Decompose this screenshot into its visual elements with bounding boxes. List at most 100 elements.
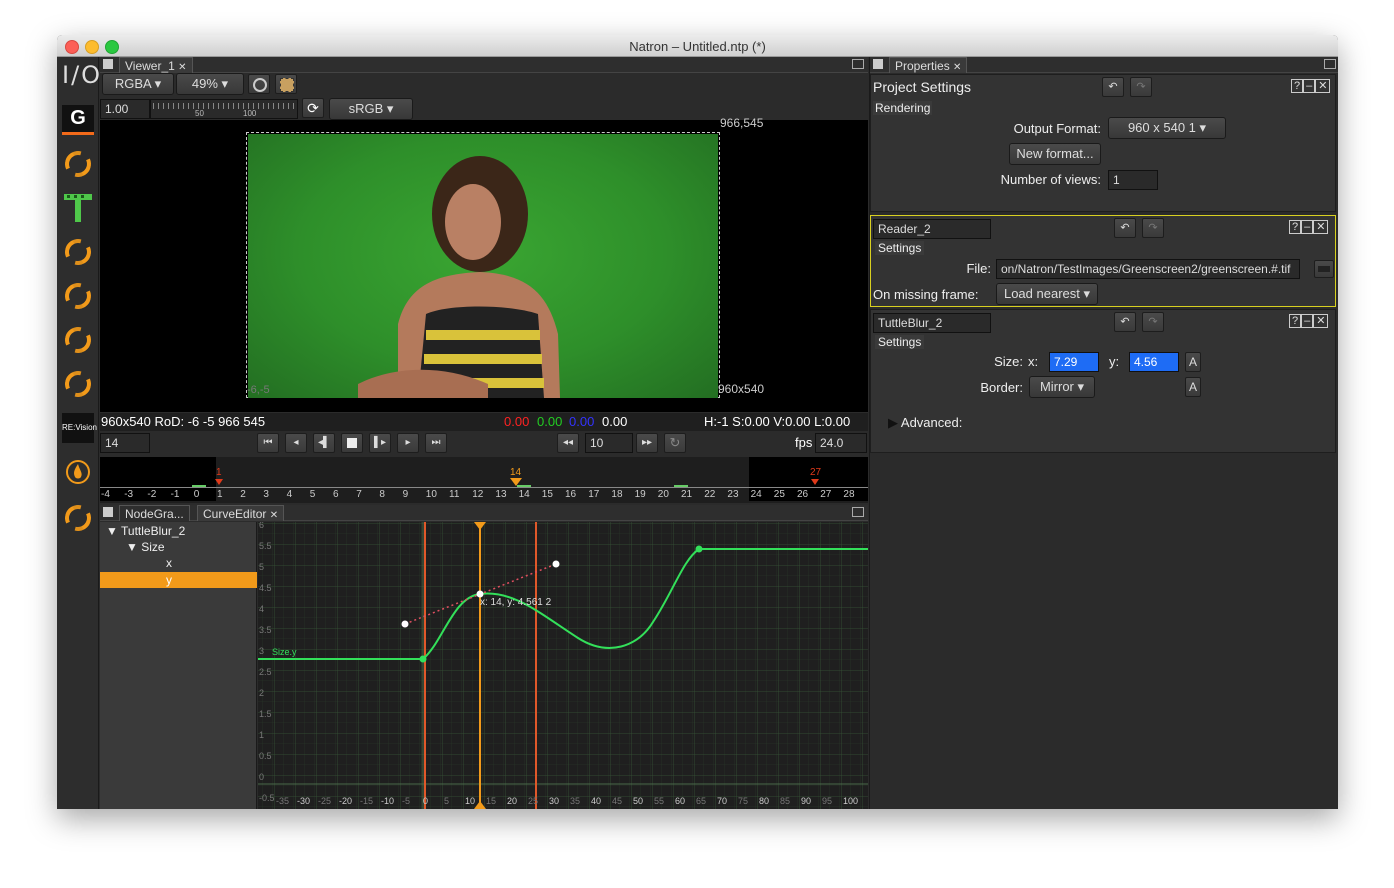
browse-file-button[interactable] <box>1314 260 1334 278</box>
timeline-tick-label: -1 <box>170 489 180 500</box>
properties-tab[interactable]: Properties ✕ <box>889 57 968 73</box>
play-backward-button[interactable]: ◂▌ <box>313 433 335 453</box>
hsvl-info: H:-1 S:0.00 V:0.00 L:0.00 <box>704 414 851 429</box>
pixel-b: 0.00 <box>569 414 595 429</box>
filter-tool-button[interactable] <box>60 322 96 358</box>
close-icon[interactable]: ✕ <box>270 510 278 521</box>
merge-tool-button[interactable] <box>60 278 96 314</box>
redo-button[interactable]: ↷ <box>1142 218 1164 238</box>
minimize-icon[interactable]: – <box>1301 220 1314 234</box>
curve-graph[interactable]: Size.y x: 14, y: 4.561 2 6 5.5 5 4.5 4 3.5 3 2.… <box>258 522 868 809</box>
timeline[interactable]: 1 14 27 -4 -3 -2 -1 0 1 2 3 4 5 6 7 8 9 10 11 12 13 14 15 16… <box>100 457 868 503</box>
blur-name-field[interactable]: TuttleBlur_2 <box>873 313 991 333</box>
channel-tool-button[interactable] <box>60 234 96 270</box>
left-toolbar: I/O G RE:Vision <box>57 57 100 809</box>
gain-field[interactable]: 1.00 <box>100 99 150 119</box>
border-animate-button[interactable]: A <box>1185 377 1201 397</box>
play-backward-icon: ◂▌ <box>317 437 331 448</box>
missing-frame-dropdown[interactable]: Load nearest ▾ <box>996 283 1098 305</box>
expand-icon[interactable]: ▼ <box>126 540 138 554</box>
reader-settings-tab[interactable]: Settings <box>875 241 925 255</box>
last-frame-button[interactable]: ⏭ <box>425 433 447 453</box>
float-pane-icon[interactable] <box>852 507 864 517</box>
colorspace-dropdown[interactable]: sRGB ▾ <box>329 98 413 120</box>
float-pane-icon[interactable] <box>1324 59 1336 69</box>
keyframe-tooltip: x: 14, y: 4.561 2 <box>480 597 552 608</box>
fire-tool-button[interactable] <box>62 457 94 487</box>
auto-contrast-button[interactable]: ⟳ <box>302 98 324 118</box>
fps-field[interactable]: 24.0 <box>815 433 867 453</box>
border-dropdown[interactable]: Mirror ▾ <box>1029 376 1095 398</box>
revision-tool-button[interactable]: RE:Vision <box>62 413 97 443</box>
expand-icon[interactable]: ▼ <box>106 524 118 538</box>
stop-button[interactable] <box>341 433 363 453</box>
close-panel-icon[interactable]: ✕ <box>1313 314 1329 328</box>
viewer-tab[interactable]: Viewer_1 ✕ <box>119 57 193 73</box>
size-animate-button[interactable]: A <box>1185 352 1201 372</box>
undo-button[interactable]: ↶ <box>1102 77 1124 97</box>
redo-button[interactable]: ↷ <box>1142 312 1164 332</box>
pane-menu-icon[interactable] <box>103 59 113 69</box>
size-y-field[interactable]: 4.56 <box>1129 352 1179 372</box>
undo-button[interactable]: ↶ <box>1114 218 1136 238</box>
generator-tool-button[interactable]: G <box>62 105 94 135</box>
end-marker[interactable] <box>811 479 819 485</box>
first-frame-button[interactable]: ⏮ <box>257 433 279 453</box>
float-pane-icon[interactable] <box>852 59 864 69</box>
close-icon[interactable]: ✕ <box>178 62 186 73</box>
close-panel-icon[interactable]: ✕ <box>1315 79 1331 93</box>
redo-icon: ↷ <box>1148 222 1158 234</box>
nodegraph-tab[interactable]: NodeGra... <box>119 505 190 521</box>
curveeditor-tab[interactable]: CurveEditor ✕ <box>197 505 285 521</box>
viewport[interactable]: 966,545 -6,-5 960x540 <box>100 116 868 412</box>
increment-field[interactable]: 10 <box>585 433 633 453</box>
help-icon[interactable]: ? <box>1289 314 1302 328</box>
misc-tool-button[interactable] <box>60 500 96 536</box>
new-format-button[interactable]: New format... <box>1009 143 1101 165</box>
reader-name-field[interactable]: Reader_2 <box>873 219 991 239</box>
output-format-dropdown[interactable]: 960 x 540 1 ▾ <box>1108 117 1226 139</box>
tree-node-size[interactable]: ▼ Size <box>126 540 165 554</box>
io-tool-button[interactable]: I/O <box>62 61 100 91</box>
previous-increment-button[interactable]: ◂◂ <box>557 433 579 453</box>
expand-arrow-icon[interactable]: ▶ <box>888 415 898 430</box>
clip-to-project-button[interactable] <box>248 74 270 94</box>
channels-dropdown[interactable]: RGBA ▾ <box>102 73 174 95</box>
start-marker[interactable] <box>215 479 223 485</box>
zoom-dropdown[interactable]: 49% ▾ <box>176 73 244 95</box>
next-frame-button[interactable]: ▸ <box>397 433 419 453</box>
tree-node-tuttleblur[interactable]: ▼ TuttleBlur_2 <box>106 524 185 538</box>
close-icon[interactable]: ✕ <box>953 62 961 73</box>
tree-node-x[interactable]: x <box>166 556 172 570</box>
advanced-group[interactable]: ▶ Advanced: <box>888 415 962 431</box>
color-tool-button[interactable] <box>60 146 96 182</box>
x-tick-label: -35 <box>276 796 290 806</box>
keyer-tool-button[interactable] <box>60 366 96 402</box>
blur-settings-tab[interactable]: Settings <box>875 335 925 349</box>
size-x-field[interactable]: 7.29 <box>1049 352 1099 372</box>
redo-button[interactable]: ↷ <box>1130 77 1152 97</box>
transform-tool-button[interactable] <box>62 192 94 222</box>
roi-button[interactable] <box>275 74 297 94</box>
undo-button[interactable]: ↶ <box>1114 312 1136 332</box>
number-of-views-field[interactable]: 1 <box>1108 170 1158 190</box>
pane-menu-icon[interactable] <box>873 59 883 69</box>
g-icon: G <box>70 107 86 129</box>
gain-slider[interactable]: 50 100 <box>150 99 298 119</box>
close-panel-icon[interactable]: ✕ <box>1313 220 1329 234</box>
next-increment-button[interactable]: ▸▸ <box>636 433 658 453</box>
current-frame-marker[interactable] <box>510 478 522 486</box>
minimize-icon[interactable]: – <box>1301 314 1314 328</box>
play-forward-button[interactable]: ▌▸ <box>369 433 391 453</box>
timeline-tick-label: 2 <box>240 489 246 500</box>
help-icon[interactable]: ? <box>1291 79 1304 93</box>
prev-frame-button[interactable]: ◂ <box>285 433 307 453</box>
current-frame-field[interactable]: 14 <box>100 433 150 453</box>
pane-menu-icon[interactable] <box>103 507 113 517</box>
minimize-icon[interactable]: – <box>1303 79 1316 93</box>
file-path-field[interactable]: on/Natron/TestImages/Greenscreen2/greens… <box>996 259 1300 279</box>
tree-node-y-selected[interactable]: y <box>100 572 257 588</box>
rendering-tab[interactable]: Rendering <box>873 101 933 115</box>
help-icon[interactable]: ? <box>1289 220 1302 234</box>
loop-mode-button[interactable]: ↻ <box>664 433 686 453</box>
